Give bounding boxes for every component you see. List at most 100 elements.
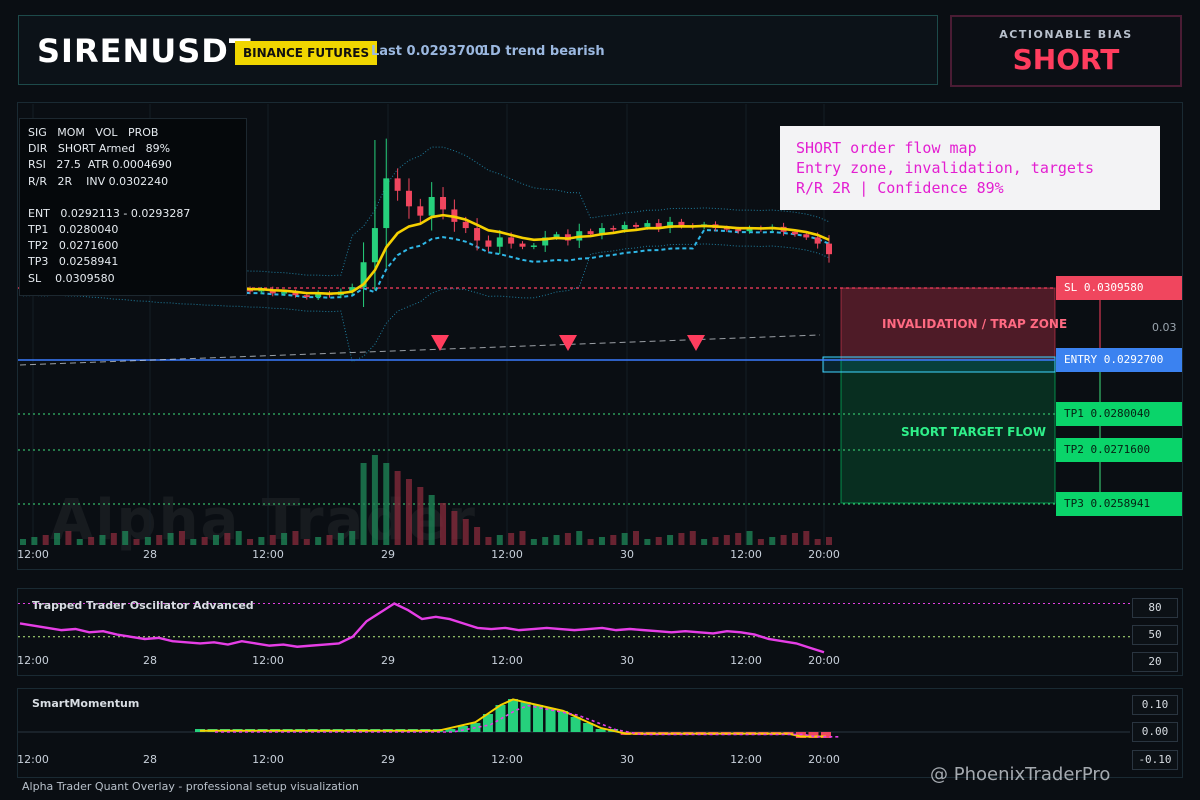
volume-bar xyxy=(803,531,810,545)
sell-signal-marker xyxy=(687,335,705,351)
candle-body xyxy=(417,206,424,216)
time-tick-label: 12:00 xyxy=(17,654,49,667)
volume-bar xyxy=(178,531,185,545)
sell-signal-marker xyxy=(559,335,577,351)
time-tick-label: 12:00 xyxy=(730,654,762,667)
tp1-tag[interactable]: TP1 0.0280040 xyxy=(1056,402,1182,426)
time-tick-label: 12:00 xyxy=(491,548,523,561)
volume-bar xyxy=(269,535,276,545)
volume-bar xyxy=(292,531,299,545)
volume-bar xyxy=(735,533,742,545)
volume-bar xyxy=(678,533,685,545)
candle-body xyxy=(621,224,628,230)
volume-bar xyxy=(564,533,571,545)
time-tick-label: 30 xyxy=(620,753,634,766)
volume-bar xyxy=(144,537,151,545)
volume-bar xyxy=(542,537,549,545)
mom-tick-neg: -0.10 xyxy=(1132,750,1178,770)
time-tick-label: 29 xyxy=(381,548,395,561)
candle-body xyxy=(303,295,310,298)
volume-bar xyxy=(417,487,424,545)
time-tick-label: 29 xyxy=(381,654,395,667)
signal-stats-table: SIG MOM VOL PROB DIR SHORT Armed 89% RSI 2… xyxy=(19,118,247,296)
entry-tag[interactable]: ENTRY 0.0292700 xyxy=(1056,348,1182,372)
volume-bar xyxy=(428,495,435,545)
volume-bar xyxy=(54,533,61,545)
candle-body xyxy=(814,237,821,244)
target-zone-label: SHORT TARGET FLOW xyxy=(901,425,1046,439)
time-tick-label: 12:00 xyxy=(252,753,284,766)
candle-body xyxy=(508,237,515,244)
momentum-bar xyxy=(533,705,544,732)
volume-bar xyxy=(598,537,605,545)
volume-bar xyxy=(496,535,503,545)
stats-row: RSI 27.5 ATR 0.0004690 xyxy=(28,158,172,172)
candle-body xyxy=(826,243,832,255)
stats-row: DIR SHORT Armed 89% xyxy=(28,142,171,156)
volume-bar xyxy=(20,539,26,545)
volume-bar xyxy=(791,533,798,545)
time-tick-label: 12:00 xyxy=(491,654,523,667)
time-tick-label: 30 xyxy=(620,654,634,667)
mom-tick-pos: 0.10 xyxy=(1132,695,1178,715)
volume-bar xyxy=(383,463,390,545)
volume-bar xyxy=(723,535,730,545)
volume-bar xyxy=(826,537,832,545)
volume-bar xyxy=(156,535,163,545)
time-tick-label: 28 xyxy=(143,548,157,561)
price-tick: 0.03 xyxy=(1152,321,1177,334)
tp2-tag[interactable]: TP2 0.0271600 xyxy=(1056,438,1182,462)
volume-bar xyxy=(88,537,95,545)
candle-body xyxy=(587,231,594,235)
time-tick-label: 12:00 xyxy=(252,654,284,667)
tp3-tag[interactable]: TP3 0.0258941 xyxy=(1056,492,1182,516)
volume-bar xyxy=(315,537,322,545)
volume-bar xyxy=(349,531,356,545)
time-tick-label: 12:00 xyxy=(17,753,49,766)
credit-watermark: @ PhoenixTraderPro xyxy=(930,764,1111,785)
osc-tick-20: 20 xyxy=(1132,652,1178,672)
volume-bar xyxy=(247,539,254,545)
candle-body xyxy=(474,228,481,241)
stats-row: TP3 0.0258941 xyxy=(28,255,119,269)
time-tick-label: 29 xyxy=(381,753,395,766)
time-tick-label: 12:00 xyxy=(17,548,49,561)
momentum-bar xyxy=(495,705,506,732)
time-tick-label: 12:00 xyxy=(730,753,762,766)
time-tick-label: 12:00 xyxy=(491,753,523,766)
volume-bar xyxy=(689,531,696,545)
candle-body xyxy=(440,197,447,210)
volume-bar xyxy=(167,533,174,545)
candle-body xyxy=(519,243,526,247)
time-tick-label: 12:00 xyxy=(730,548,762,561)
candle-body xyxy=(485,240,492,247)
volume-bar xyxy=(621,533,628,545)
volume-bar xyxy=(303,539,310,545)
candle-body xyxy=(394,178,401,191)
candle-body xyxy=(803,234,810,238)
volume-bar xyxy=(587,539,594,545)
volume-bar xyxy=(133,539,140,545)
time-tick-label: 28 xyxy=(143,654,157,667)
volume-bar xyxy=(440,503,447,545)
time-tick-label: 30 xyxy=(620,548,634,561)
volume-bar xyxy=(405,479,412,545)
sell-signal-marker xyxy=(431,335,449,351)
volume-bar xyxy=(769,537,776,545)
volume-bar xyxy=(746,531,753,545)
time-tick-label: 12:00 xyxy=(252,548,284,561)
sl-tag[interactable]: SL 0.0309580 xyxy=(1056,276,1182,300)
osc-tick-50: 50 xyxy=(1132,625,1178,645)
volume-bar xyxy=(644,539,651,545)
volume-bar xyxy=(235,531,242,545)
time-tick-label: 28 xyxy=(143,753,157,766)
stats-row: TP1 0.0280040 xyxy=(28,223,119,237)
volume-bar xyxy=(655,537,662,545)
volume-bar xyxy=(474,527,481,545)
volume-bar xyxy=(485,537,492,545)
volume-bar xyxy=(462,519,469,545)
mom-tick-zero: 0.00 xyxy=(1132,722,1178,742)
volume-bar xyxy=(190,539,197,545)
stats-row: SIG MOM VOL PROB xyxy=(28,126,159,139)
volume-bar xyxy=(122,531,129,545)
